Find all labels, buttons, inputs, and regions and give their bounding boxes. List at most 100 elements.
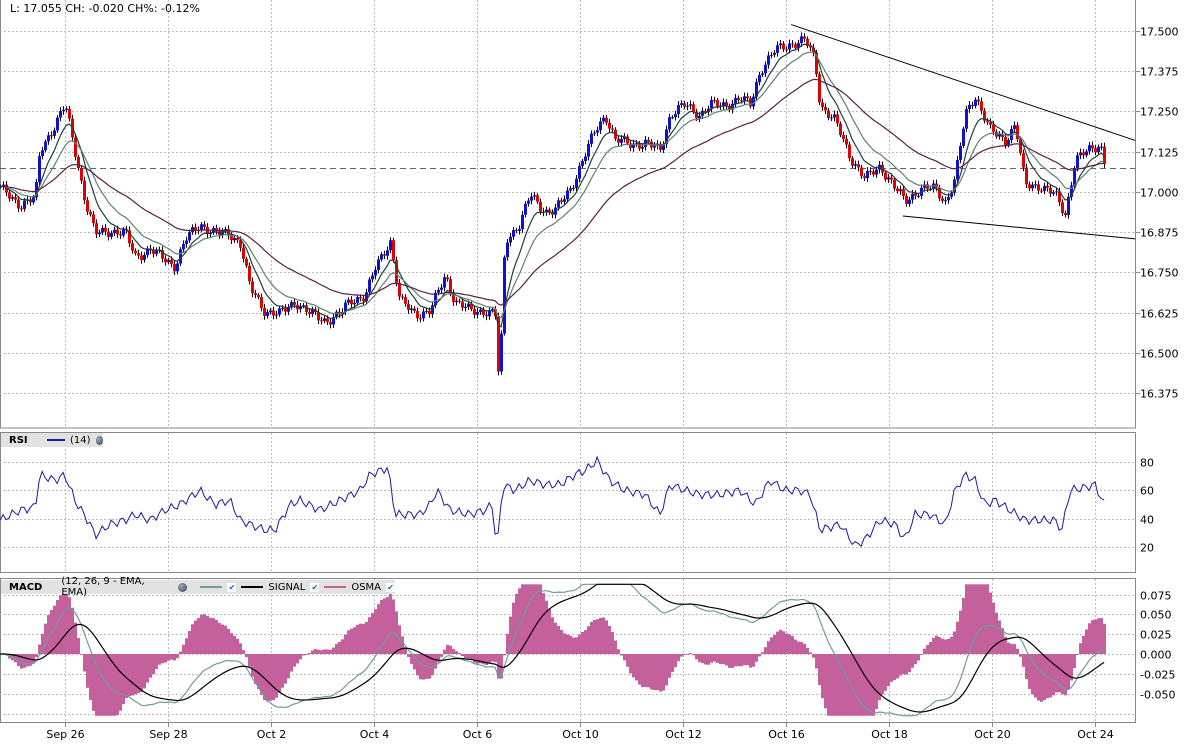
settings-globe-icon[interactable]	[178, 582, 188, 592]
osma-bar	[953, 631, 956, 654]
candle-up	[233, 237, 236, 241]
osma-bar	[779, 629, 782, 654]
candle-up	[758, 74, 761, 83]
osma-bar	[704, 654, 707, 665]
candle-down	[413, 308, 416, 311]
osma-bar	[269, 654, 272, 701]
osma-bar	[1097, 618, 1100, 654]
price-axis-label: 17.375	[1140, 66, 1179, 79]
osma-bar	[794, 639, 797, 654]
osma-bar	[635, 654, 638, 681]
osma-bar	[791, 636, 794, 654]
osma-bar	[389, 594, 392, 654]
osma-bar	[887, 654, 890, 687]
price-axis-label: 17.125	[1140, 147, 1179, 160]
osma-bar	[851, 654, 854, 716]
osma-bar	[77, 638, 80, 654]
rsi-axis-label: 40	[1140, 514, 1154, 527]
candle-up	[689, 104, 692, 106]
candle-down	[839, 123, 842, 136]
candle-down	[83, 180, 86, 201]
candle-up	[563, 199, 566, 202]
osma-bar	[329, 649, 332, 654]
candle-down	[1004, 137, 1007, 146]
osma-bar	[677, 654, 680, 662]
osma-bar	[371, 613, 374, 654]
osma-bar	[503, 654, 506, 656]
osma-bar	[1043, 654, 1046, 701]
candle-up	[833, 114, 836, 118]
candle-down	[1091, 145, 1094, 149]
candle-down	[869, 170, 872, 172]
osma-bar	[233, 635, 236, 654]
osma-bar	[608, 625, 611, 654]
osma-bar	[1055, 654, 1058, 693]
osma-bar	[773, 634, 776, 654]
macd-toggle-checkbox[interactable]: ✔	[227, 582, 237, 592]
candle-up	[968, 104, 971, 110]
osma-bar	[143, 654, 146, 689]
osma-bar	[236, 638, 239, 654]
osma-bar	[998, 620, 1001, 654]
rsi-axis-label: 80	[1140, 457, 1154, 470]
candle-up	[11, 197, 14, 199]
candle-down	[824, 106, 827, 111]
osma-bar	[149, 654, 152, 678]
signal-toggle-checkbox[interactable]: ✔	[310, 582, 320, 592]
osma-bar	[683, 654, 686, 655]
osma-bar	[293, 654, 296, 667]
candle-up	[167, 259, 170, 263]
candle-down	[941, 198, 944, 201]
x-tick-label: Sep 28	[149, 728, 187, 741]
osma-bar	[101, 654, 104, 716]
osma-bar	[182, 644, 185, 654]
macd-label: MACD	[9, 581, 43, 593]
osma-bar	[845, 654, 848, 716]
osma-bar	[1022, 654, 1025, 667]
candle-down	[560, 200, 563, 202]
candle-down	[293, 302, 296, 305]
osma-bar	[392, 599, 395, 654]
osma-bar	[902, 654, 905, 675]
ema-mid-line	[0, 51, 1105, 319]
osma-bar	[449, 645, 452, 654]
x-tick-label: Oct 6	[463, 728, 493, 741]
osma-bar	[221, 624, 224, 654]
osma-bar	[374, 609, 377, 654]
candle-down	[263, 307, 266, 316]
candle-down	[17, 199, 20, 209]
candle-up	[593, 132, 596, 134]
settings-globe-icon[interactable]	[95, 435, 103, 445]
osma-bar	[716, 654, 719, 663]
candle-up	[1013, 125, 1016, 129]
osma-bar	[344, 634, 347, 654]
osma-bar	[494, 654, 497, 663]
osma-bar	[104, 654, 107, 716]
osma-bar	[593, 619, 596, 654]
candle-down	[245, 258, 248, 266]
osma-bar	[1079, 643, 1082, 654]
osma-bar	[410, 654, 413, 664]
macd-legend: MACD (12, 26, 9 - EMA, EMA) ✔ SIGNAL ✔ O…	[1, 576, 395, 598]
candle-up	[101, 227, 104, 233]
rsi-line-swatch	[46, 439, 65, 441]
osma-toggle-checkbox[interactable]: ✔	[386, 582, 395, 592]
candle-down	[980, 101, 983, 111]
osma-bar	[641, 654, 644, 688]
candle-down	[1037, 184, 1040, 191]
osma-bar	[689, 653, 692, 655]
candle-up	[743, 96, 746, 101]
osma-bar	[230, 633, 233, 654]
candle-up	[464, 306, 467, 308]
candle-down	[803, 36, 806, 39]
candle-down	[8, 192, 11, 199]
candle-up	[356, 297, 359, 303]
osma-bar	[617, 649, 620, 654]
candle-down	[95, 223, 98, 235]
osma-bar	[980, 584, 983, 654]
candle-down	[914, 193, 917, 196]
candle-up	[761, 73, 764, 75]
candle-down	[152, 250, 155, 254]
candle-up	[566, 190, 569, 200]
osma-bar	[854, 654, 857, 716]
